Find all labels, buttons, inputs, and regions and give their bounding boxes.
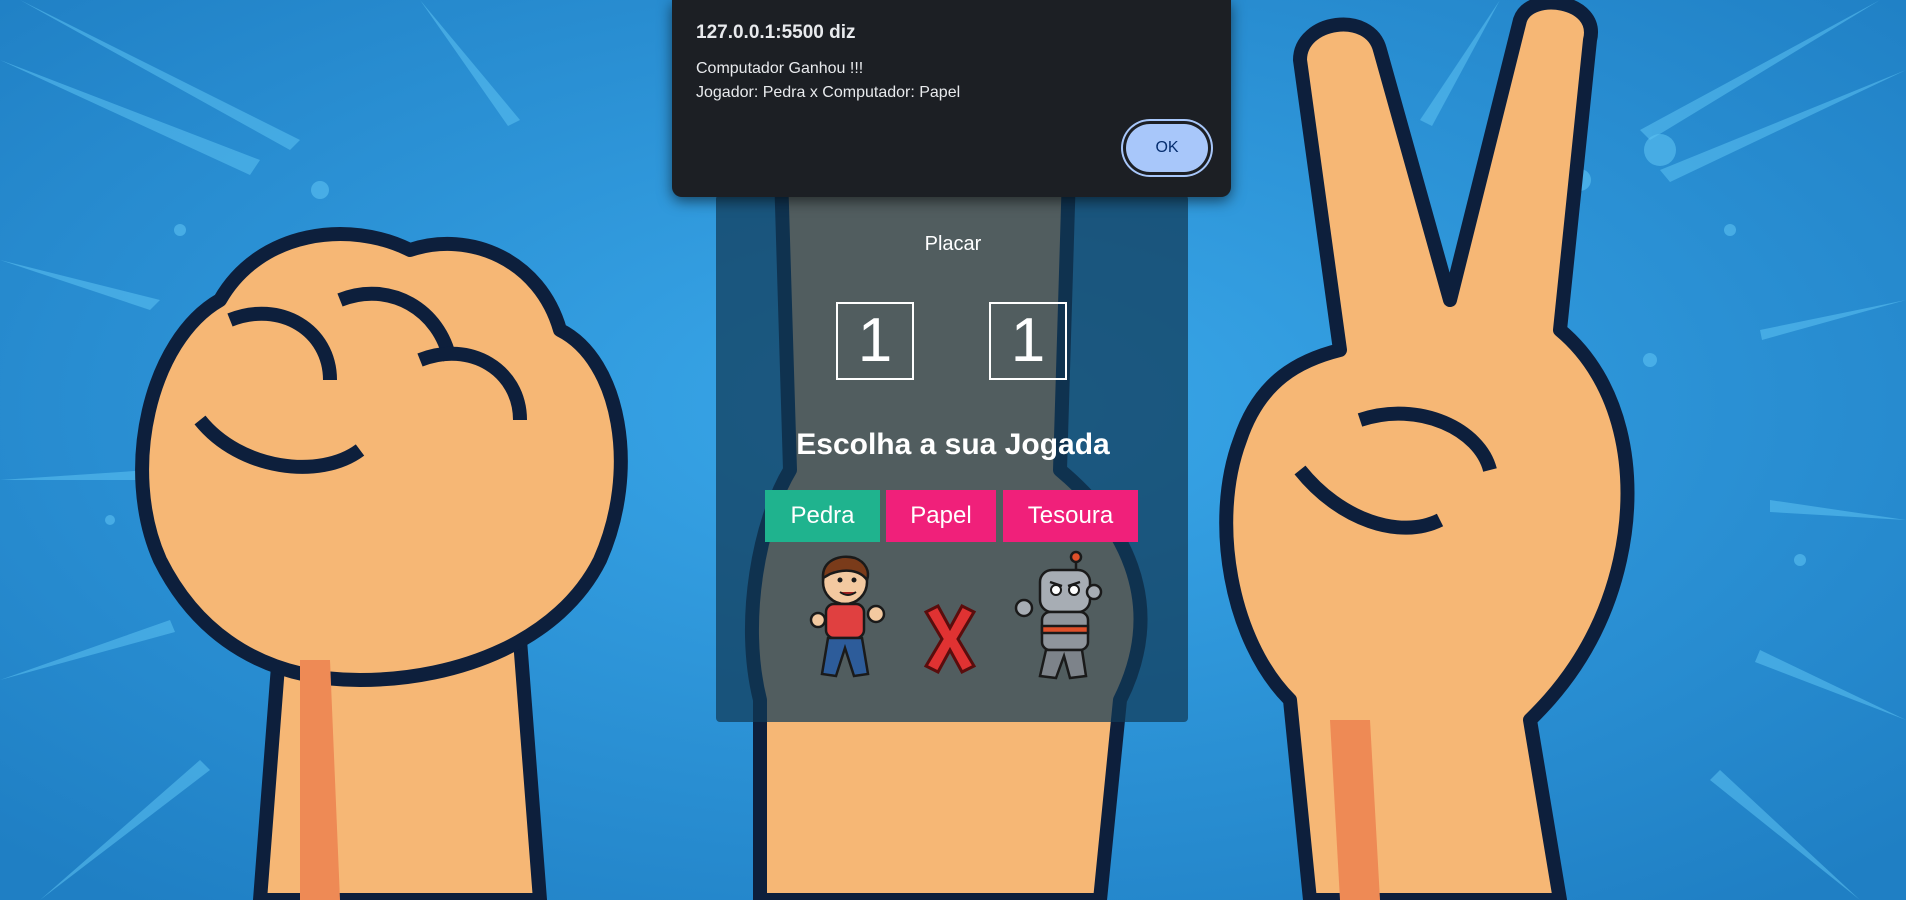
robot-character-icon — [1014, 550, 1103, 680]
score-label: Placar — [924, 233, 982, 255]
alert-dialog: 127.0.0.1:5500 diz Computador Ganhou !!!… — [672, 0, 1231, 197]
player-score: 1 — [836, 302, 914, 380]
dialog-message-moves: Jogador: Pedra x Computador: Papel — [696, 84, 961, 101]
tesoura-button[interactable]: Tesoura — [1003, 490, 1138, 542]
player-character-icon — [809, 555, 886, 678]
versus-x-icon — [923, 604, 977, 674]
dialog-title: 127.0.0.1:5500 diz — [696, 22, 856, 43]
ok-button[interactable]: OK — [1126, 124, 1208, 172]
pedra-button[interactable]: Pedra — [765, 490, 880, 542]
choose-move-heading: Escolha a sua Jogada — [796, 428, 1110, 461]
dialog-message-result: Computador Ganhou !!! — [696, 60, 864, 77]
computer-score: 1 — [989, 302, 1067, 380]
papel-button[interactable]: Papel — [886, 490, 996, 542]
